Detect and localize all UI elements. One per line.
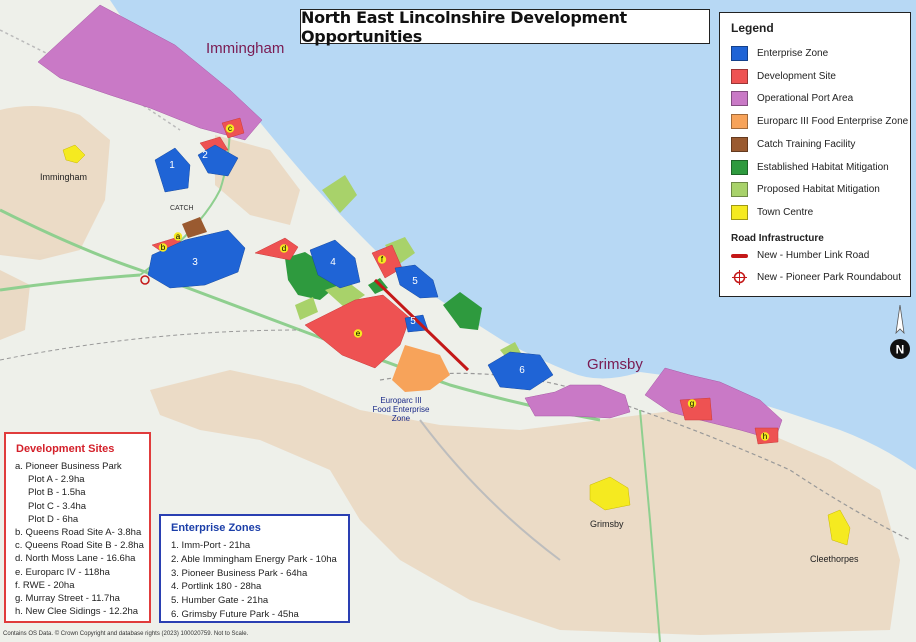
place-label-immingham-large: Immingham	[206, 40, 285, 57]
road-infrastructure-title: Road Infrastructure	[731, 233, 824, 244]
legend-swatch	[731, 136, 748, 152]
enterprise-zones-panel: Enterprise Zones 1. Imm-Port - 21ha 2. Ab…	[159, 514, 350, 623]
place-label-grimsby-large: Grimsby	[587, 356, 643, 373]
development-site-letter: g	[690, 399, 694, 408]
roundabout-icon	[732, 270, 747, 285]
north-arrow-icon: N	[890, 304, 910, 359]
legend-swatch	[731, 68, 748, 84]
legend-item: Operational Port Area	[731, 90, 853, 107]
development-site-entry: d. North Moss Lane - 16.6ha	[15, 553, 136, 565]
development-site-entry: h. New Clee Sidings - 12.2ha	[15, 606, 139, 618]
legend-item-roundabout: New - Pioneer Park Roundabout	[731, 269, 901, 286]
development-site-entry: Plot B - 1.5ha	[28, 487, 86, 499]
europarc-line: Zone	[391, 414, 411, 423]
enterprise-zones-title: Enterprise Zones	[171, 522, 261, 534]
legend-item-label: Established Habitat Mitigation	[757, 161, 889, 173]
legend-swatch	[731, 91, 748, 107]
legend-item-label: New - Humber Link Road	[757, 250, 870, 261]
legend-swatch	[731, 159, 748, 175]
legend-item-label: Europarc III Food Enterprise Zone	[757, 116, 909, 128]
enterprise-zone-entry: 6. Grimsby Future Park - 45ha	[171, 609, 299, 620]
enterprise-zone-number: 3	[192, 257, 198, 268]
legend-item: Europarc III Food Enterprise Zone	[731, 113, 908, 130]
north-label: N	[896, 343, 905, 357]
enterprise-zone-entry: 5. Humber Gate - 21ha	[171, 595, 269, 607]
legend-item-label: Catch Training Facility	[757, 138, 856, 150]
legend-panel: Legend Enterprise Zone Development Site Op…	[719, 12, 911, 297]
legend-item: Established Habitat Mitigation	[731, 159, 889, 176]
development-site-letter: h	[763, 432, 767, 441]
enterprise-zone-number: 1	[169, 160, 175, 171]
legend-item-label: New - Pioneer Park Roundabout	[757, 272, 901, 283]
development-site-entry: a. Pioneer Business Park	[15, 461, 122, 472]
development-site-entry: Plot A - 2.9ha	[28, 474, 85, 486]
enterprise-zone-entry: 4. Portlink 180 - 28ha	[171, 581, 262, 593]
legend-item: Development Site	[731, 68, 836, 85]
humber-link-road-swatch	[731, 253, 748, 258]
map-title-box: North East Lincolnshire Development Oppo…	[300, 7, 710, 46]
legend-swatch	[731, 114, 748, 130]
development-site-letter: e	[356, 329, 361, 338]
place-label-cleethorpes: Cleethorpes	[810, 554, 859, 564]
legend-swatch	[731, 46, 748, 61]
legend-item-humber-link-road: New - Humber Link Road	[731, 247, 869, 264]
legend-swatch	[731, 182, 748, 198]
development-site-entry: Plot D - 6ha	[28, 513, 79, 525]
development-site-entry: f. RWE - 20ha	[15, 579, 75, 591]
legend-item-label: Development Site	[757, 70, 836, 82]
place-label-immingham-small: Immingham	[40, 172, 88, 182]
map-title: North East Lincolnshire Development Oppo…	[301, 7, 627, 46]
development-site-letter: d	[282, 244, 286, 253]
europarc-line: Food Enterprise	[372, 405, 430, 414]
development-site-letter: c	[228, 124, 232, 133]
development-site-entry: b. Queens Road Site A- 3.8ha	[15, 527, 142, 538]
enterprise-zone-number: 4	[330, 257, 336, 268]
legend-item-label: Enterprise Zone	[757, 48, 829, 59]
development-site-entry: Plot C - 3.4ha	[28, 500, 87, 512]
legend-item-label: Proposed Habitat Mitigation	[757, 184, 880, 196]
legend-item: Town Centre	[731, 204, 813, 221]
development-sites-title: Development Sites	[16, 443, 115, 455]
enterprise-zone-number: 6	[519, 365, 525, 376]
legend-swatch	[731, 204, 748, 220]
place-label-grimsby-small: Grimsby	[590, 519, 624, 529]
development-site-entry: g. Murray Street - 11.7ha	[15, 593, 120, 604]
copyright-notice: Contains OS Data. © Crown Copyright and …	[3, 631, 249, 637]
legend-item-label: Town Centre	[757, 206, 814, 218]
enterprise-zone-number: 5	[410, 316, 416, 327]
legend-item: Enterprise Zone	[731, 45, 828, 62]
enterprise-zone-number: 2	[202, 150, 208, 161]
europarc-line: Europarc III	[380, 396, 422, 405]
place-label-catch: CATCH	[170, 205, 194, 212]
legend-item: Catch Training Facility	[731, 136, 855, 153]
enterprise-zone-number: 5	[412, 276, 418, 287]
development-site-letter: b	[161, 243, 166, 252]
enterprise-zone-entry: 3. Pioneer Business Park - 64ha	[171, 567, 308, 579]
development-site-entry: e. Europarc IV - 118ha	[15, 566, 110, 578]
legend-item: Proposed Habitat Mitigation	[731, 181, 880, 198]
legend-item-label: Operational Port Area	[757, 93, 854, 105]
legend-title: Legend	[731, 21, 774, 35]
development-site-letter: a	[176, 232, 181, 241]
place-label-europarc: Europarc III Food Enterprise Zone	[362, 396, 440, 423]
enterprise-zone-entry: 2. Able Immingham Energy Park - 10ha	[171, 553, 337, 565]
enterprise-zone-entry: 1. Imm-Port - 21ha	[171, 540, 251, 551]
development-sites-panel: Development Sites a. Pioneer Business Pa…	[4, 432, 151, 623]
development-site-entry: c. Queens Road Site B - 2.8ha	[15, 540, 144, 552]
